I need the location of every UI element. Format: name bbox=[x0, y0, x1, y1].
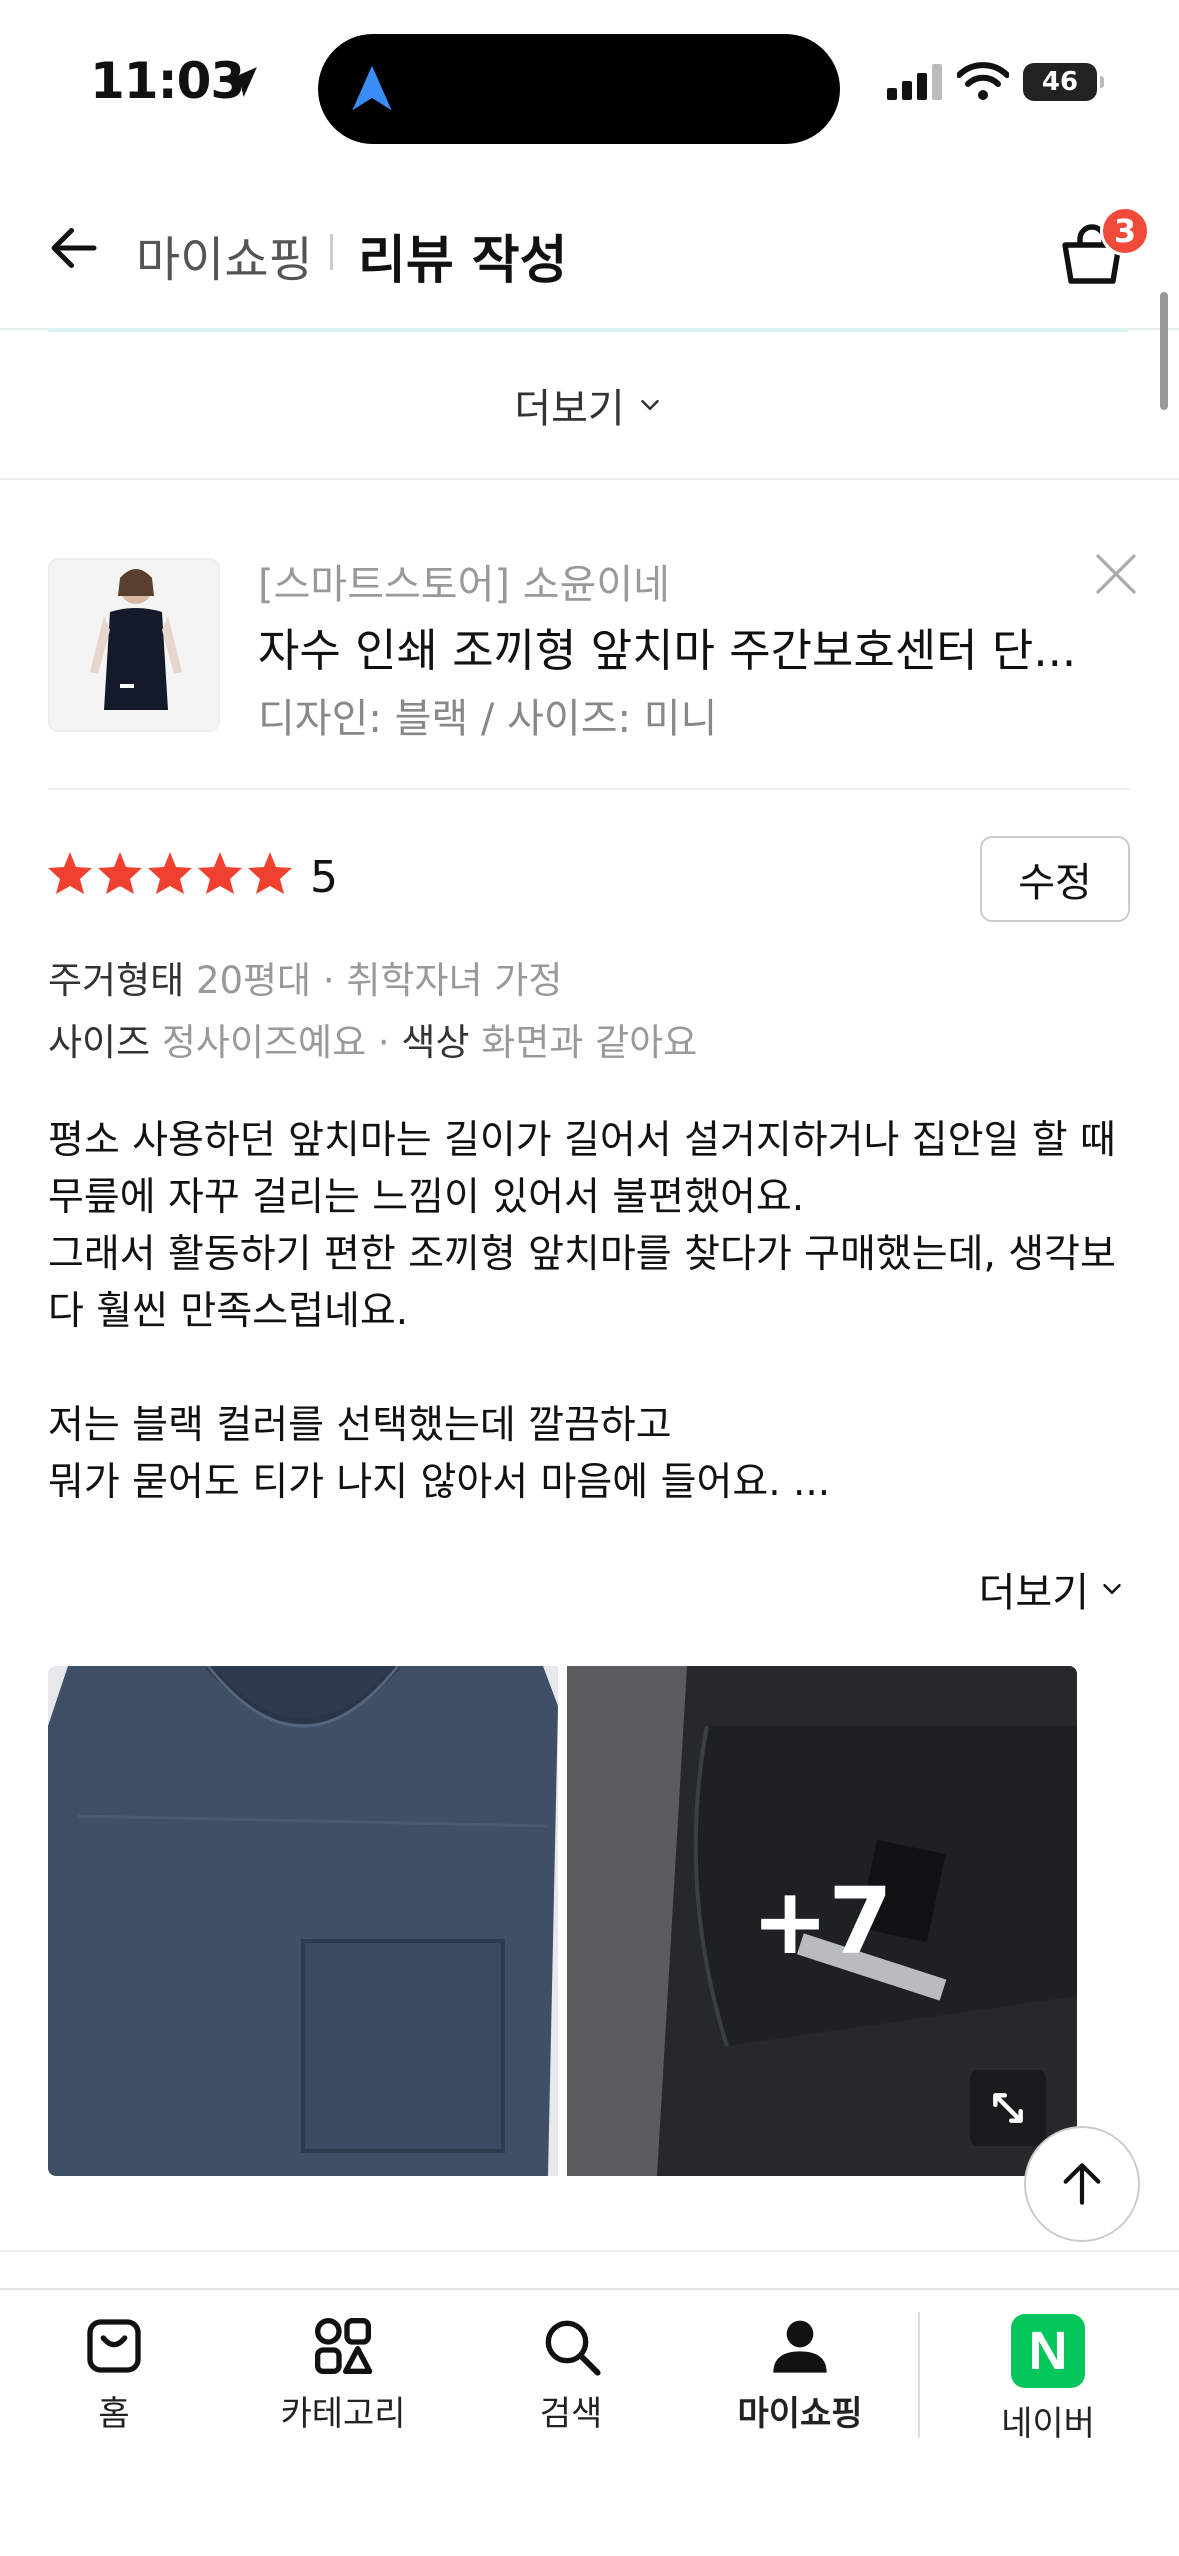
close-icon[interactable] bbox=[1092, 550, 1140, 598]
divider bbox=[0, 2250, 1179, 2252]
nav-home[interactable]: 홈 bbox=[14, 2314, 214, 2435]
scroll-to-top-button[interactable] bbox=[1024, 2126, 1140, 2242]
naver-logo-icon: N bbox=[1011, 2314, 1085, 2388]
navigation-app-icon bbox=[352, 65, 392, 111]
edit-review-button[interactable]: 수정 bbox=[980, 836, 1130, 922]
star-icon bbox=[148, 852, 192, 894]
product-image bbox=[50, 560, 218, 730]
nav-naver-label: 네이버 bbox=[1001, 2404, 1095, 2444]
signal-icon bbox=[887, 64, 942, 100]
more-review-label: 더보기 bbox=[978, 1570, 1089, 1616]
app-header: 마이쇼핑 리뷰 작성 3 bbox=[0, 170, 1179, 330]
rating-score: 5 bbox=[310, 852, 338, 903]
person-icon bbox=[773, 2320, 827, 2373]
star-rating bbox=[46, 850, 294, 896]
dynamic-island bbox=[318, 34, 840, 144]
housing-attribute: 주거형태 20평대 · 취학자녀 가정 bbox=[48, 950, 562, 1004]
bottom-nav: 홈 카테고리 검색 마이쇼핑 N 네이버 bbox=[0, 2288, 1179, 2556]
product-thumbnail[interactable] bbox=[48, 558, 220, 732]
nav-home-label: 홈 bbox=[98, 2394, 130, 2434]
breadcrumb-divider bbox=[330, 234, 333, 270]
nav-search-label: 검색 bbox=[539, 2394, 603, 2434]
cart-count-badge: 3 bbox=[1100, 206, 1150, 256]
home-bag-icon bbox=[87, 2319, 141, 2373]
review-text: 평소 사용하던 앞치마는 길이가 길어서 설거지하거나 집안일 할 때 무릎에 … bbox=[48, 1118, 1116, 1505]
expand-icon[interactable] bbox=[970, 2070, 1046, 2146]
nav-naver[interactable]: N 네이버 bbox=[948, 2314, 1148, 2445]
star-icon bbox=[248, 852, 292, 894]
nav-myshopping-label: 마이쇼핑 bbox=[737, 2394, 863, 2434]
nav-category[interactable]: 카테고리 bbox=[243, 2314, 443, 2435]
size-color-attribute: 사이즈 정사이즈예요 · 색상 화면과 같아요 bbox=[48, 1012, 697, 1066]
breadcrumb-myshopping[interactable]: 마이쇼핑 bbox=[136, 220, 313, 290]
star-icon bbox=[98, 852, 142, 894]
wifi-icon bbox=[957, 62, 1009, 100]
product-options: 디자인: 블랙 / 사이즈: 미니 bbox=[258, 696, 718, 742]
chevron-down-icon bbox=[640, 400, 659, 411]
size-label: 사이즈 bbox=[48, 1021, 151, 1064]
apron-photo-navy bbox=[48, 1666, 558, 2176]
location-arrow-icon bbox=[227, 67, 257, 97]
arrow-up-icon bbox=[1063, 2163, 1101, 2205]
more-button-top[interactable]: 더보기 bbox=[0, 332, 1179, 480]
product-name[interactable]: 자수 인쇄 조끼형 앞치마 주간보호센터 단... bbox=[258, 614, 1078, 679]
size-value: 정사이즈예요 · bbox=[161, 1021, 402, 1064]
color-label: 색상 bbox=[401, 1021, 470, 1064]
product-store[interactable]: [스마트스토어] 소윤이네 bbox=[258, 552, 670, 610]
nav-category-label: 카테고리 bbox=[280, 2394, 406, 2434]
back-arrow-icon[interactable] bbox=[44, 218, 104, 278]
nav-divider bbox=[918, 2312, 920, 2438]
status-bar: 11:03 46 bbox=[0, 0, 1179, 170]
nav-search[interactable]: 검색 bbox=[471, 2314, 671, 2435]
housing-label: 주거형태 bbox=[48, 959, 185, 1002]
status-indicators: 46 bbox=[887, 62, 1104, 102]
chevron-down-icon bbox=[1103, 1584, 1121, 1595]
battery-icon: 46 bbox=[1023, 63, 1104, 101]
page-title: 리뷰 작성 bbox=[358, 231, 568, 291]
more-button-review[interactable]: 더보기 bbox=[979, 1560, 1127, 1618]
search-icon bbox=[545, 2320, 601, 2376]
star-icon bbox=[198, 852, 242, 894]
color-value: 화면과 같아요 bbox=[481, 1021, 698, 1064]
housing-value: 20평대 · 취학자녀 가정 bbox=[195, 959, 563, 1002]
nav-myshopping[interactable]: 마이쇼핑 bbox=[700, 2314, 900, 2435]
category-grid-icon bbox=[315, 2318, 373, 2374]
divider bbox=[48, 788, 1130, 790]
more-top-label: 더보기 bbox=[514, 386, 625, 432]
review-photo-1[interactable] bbox=[48, 1666, 558, 2176]
star-icon bbox=[48, 852, 92, 894]
